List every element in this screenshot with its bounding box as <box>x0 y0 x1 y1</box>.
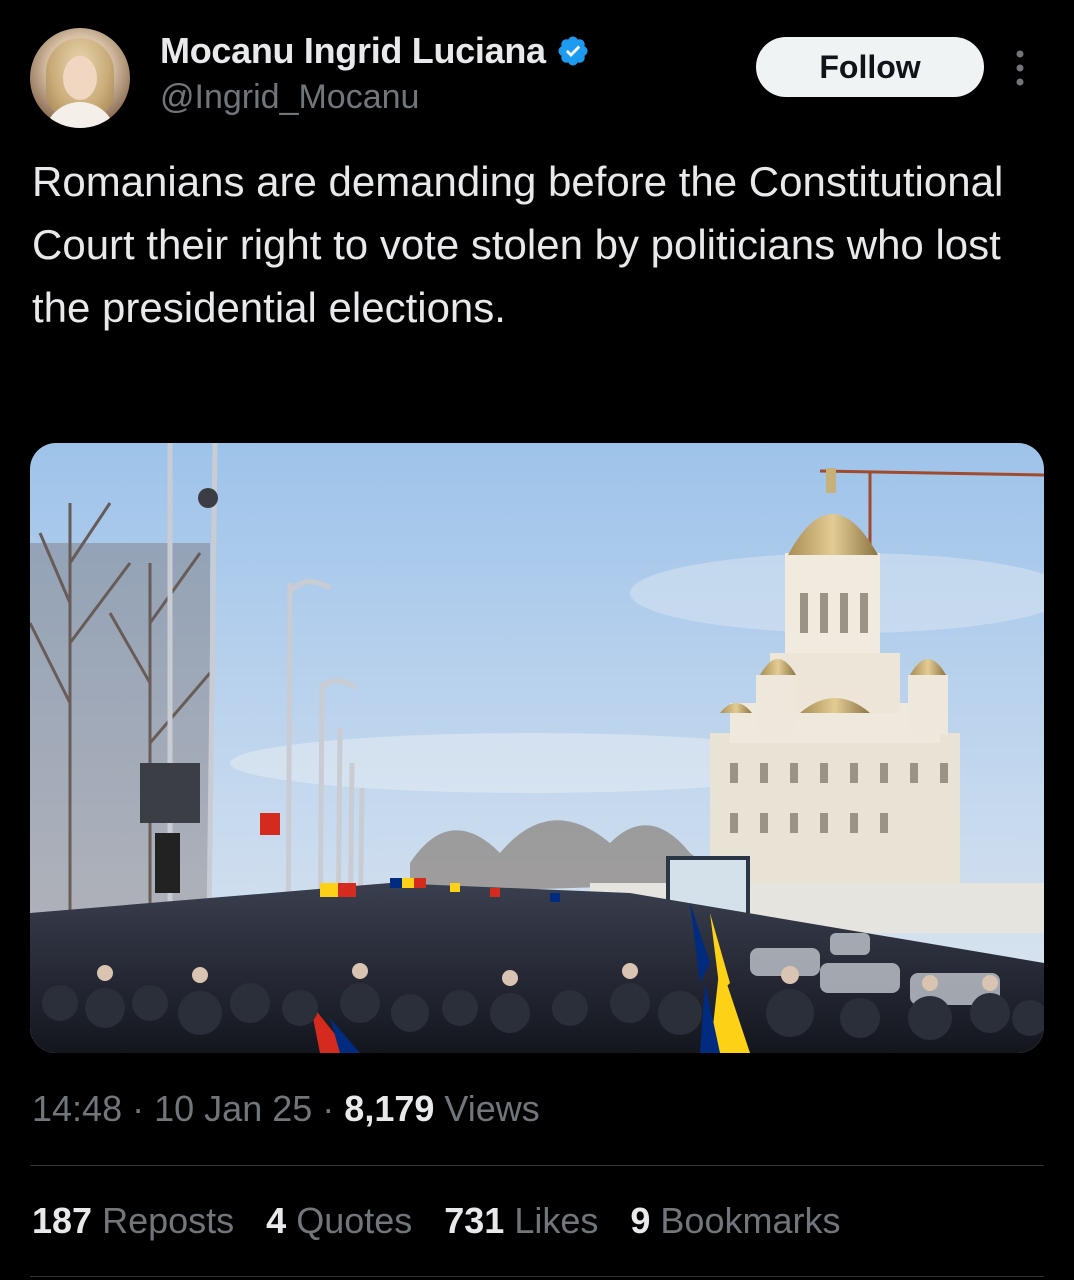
bookmarks-label: Bookmarks <box>660 1200 841 1241</box>
author-handle[interactable]: @Ingrid_Mocanu <box>160 78 419 117</box>
likes-count: 731 <box>444 1200 505 1241</box>
author-name[interactable]: Mocanu Ingrid Luciana <box>160 30 546 72</box>
author-name-row: Mocanu Ingrid Luciana <box>160 30 590 72</box>
divider <box>30 1276 1044 1277</box>
bookmarks-count: 9 <box>630 1200 651 1241</box>
views-label: Views <box>444 1088 540 1129</box>
tweet-photo[interactable] <box>30 443 1044 1053</box>
reposts-label: Reposts <box>102 1200 235 1241</box>
likes-label: Likes <box>514 1200 599 1241</box>
avatar[interactable] <box>30 28 130 128</box>
tweet-date[interactable]: 10 Jan 25 <box>154 1088 312 1129</box>
follow-button[interactable]: Follow <box>756 37 984 97</box>
reposts-count: 187 <box>32 1200 93 1241</box>
engagement-stats: 187 Reposts 4 Quotes 731 Likes 9 Bookmarks <box>32 1200 840 1242</box>
views-count: 8,179 <box>344 1088 435 1129</box>
divider <box>30 1165 1044 1166</box>
quotes-count: 4 <box>266 1200 287 1241</box>
likes-stat[interactable]: 731 Likes <box>444 1200 598 1242</box>
bookmarks-stat[interactable]: 9 Bookmarks <box>630 1200 840 1242</box>
verified-badge-icon <box>558 36 588 66</box>
protest-photo-illustration <box>30 443 1044 1053</box>
quotes-label: Quotes <box>296 1200 413 1241</box>
avatar-face <box>63 56 97 100</box>
tweet-text: Romanians are demanding before the Const… <box>32 158 1004 331</box>
quotes-stat[interactable]: 4 Quotes <box>266 1200 412 1242</box>
meta-separator: · <box>132 1088 145 1129</box>
tweet-time[interactable]: 14:48 <box>32 1088 122 1129</box>
more-vertical-icon[interactable] <box>1014 48 1026 88</box>
meta-separator: · <box>322 1088 335 1129</box>
reposts-stat[interactable]: 187 Reposts <box>32 1200 234 1242</box>
tweet-meta: 14:48 · 10 Jan 25 · 8,179 Views <box>32 1088 540 1130</box>
